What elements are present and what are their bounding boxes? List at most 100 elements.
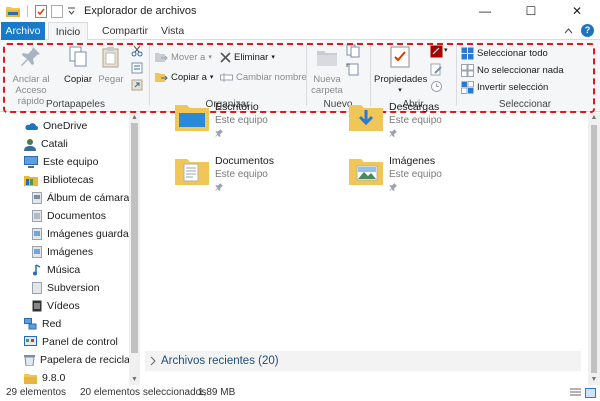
pin-icon — [389, 183, 397, 191]
chevron-down-icon: ▾ — [398, 87, 402, 94]
folder-name: Escritorio — [215, 101, 259, 113]
desktop-folder-icon — [175, 105, 209, 131]
folder-tile-documents[interactable]: Documentos Este equipo — [175, 155, 274, 194]
chevron-down-icon[interactable] — [67, 6, 76, 16]
new-folder-icon[interactable] — [51, 4, 63, 18]
content-scrollbar[interactable]: ▲ ▼ — [588, 113, 600, 385]
minimize-button[interactable]: — — [462, 0, 508, 22]
nav-scroll-thumb[interactable] — [131, 123, 138, 353]
invert-selection-icon — [461, 80, 474, 94]
invert-selection-label: Invertir selección — [477, 81, 549, 93]
nav-item-user[interactable]: Catali — [24, 135, 68, 153]
folder-tile-pictures[interactable]: Imágenes Este equipo — [349, 155, 442, 194]
nav-item-recycle-bin[interactable]: Papelera de reciclaje — [24, 351, 138, 369]
group-separator — [456, 44, 457, 106]
folder-text: Documentos Este equipo — [215, 155, 274, 194]
tab-share[interactable]: Compartir — [94, 22, 156, 40]
help-button[interactable]: ? — [581, 24, 594, 37]
nav-item-onedrive[interactable]: OneDrive — [24, 117, 87, 135]
nav-item-music[interactable]: Música — [32, 261, 80, 279]
chevron-down-icon[interactable]: ▾ — [444, 46, 448, 54]
nav-item-documents[interactable]: Documentos — [32, 207, 106, 225]
close-button[interactable]: ✕ — [554, 0, 600, 22]
move-to-button[interactable]: Mover a ▾ — [155, 49, 212, 65]
content-scroll-thumb[interactable] — [591, 125, 597, 373]
nav-item-this-pc[interactable]: Este equipo — [24, 153, 98, 171]
collapse-ribbon-icon[interactable] — [564, 27, 573, 35]
tab-file[interactable]: Archivo — [1, 22, 45, 40]
new-folder-button[interactable]: Nueva carpeta — [310, 46, 344, 96]
scroll-up-icon[interactable]: ▲ — [588, 113, 600, 123]
folder-location: Este equipo — [215, 115, 268, 126]
nav-scrollbar[interactable]: ▲ ▼ — [129, 113, 140, 385]
edit-icon[interactable] — [430, 63, 443, 76]
select-group: Seleccionar todo No seleccionar nada Inv… — [458, 40, 592, 112]
nav-item-label: OneDrive — [43, 120, 88, 132]
select-all-label: Seleccionar todo — [477, 47, 548, 59]
folder-text: Descargas Este equipo — [389, 101, 442, 140]
rename-icon — [220, 72, 233, 82]
nav-item-network[interactable]: Red — [24, 315, 61, 333]
copy-icon — [69, 46, 87, 67]
copy-path-icon[interactable] — [131, 62, 143, 74]
copy-button[interactable]: Copiar — [62, 46, 94, 85]
ribbon-tab-bar: Archivo Inicio Compartir Vista ? — [0, 22, 600, 41]
paste-shortcut-icon[interactable] — [131, 79, 143, 91]
tab-home[interactable]: Inicio — [48, 22, 88, 41]
select-all-button[interactable]: Seleccionar todo — [461, 45, 548, 61]
nav-item-label: Documentos — [47, 210, 106, 222]
history-icon[interactable] — [430, 80, 443, 93]
chevron-down-icon: ▾ — [208, 54, 212, 61]
invert-selection-button[interactable]: Invertir selección — [461, 79, 548, 95]
new-item-icon[interactable] — [346, 44, 360, 58]
maximize-button[interactable]: ☐ — [508, 0, 554, 22]
group-separator — [149, 44, 150, 106]
properties-button[interactable]: Propiedades ▾ — [374, 46, 428, 96]
nav-item-control-panel[interactable]: Panel de control — [24, 333, 118, 351]
nav-item-label: Imágenes guardadas — [47, 228, 140, 240]
nav-item-pictures[interactable]: Imágenes — [32, 243, 93, 261]
large-icons-view-icon[interactable] — [585, 388, 596, 398]
properties-label: Propiedades — [374, 74, 428, 85]
nav-item-9-8-0[interactable]: 9.8.0 — [24, 369, 65, 385]
recent-files-section-header[interactable]: Archivos recientes (20) — [145, 351, 581, 371]
network-icon — [24, 318, 37, 330]
scroll-down-icon[interactable]: ▼ — [129, 375, 140, 385]
move-to-label: Mover a — [171, 51, 206, 63]
tab-view[interactable]: Vista — [153, 22, 192, 40]
user-icon — [24, 138, 36, 151]
select-none-button[interactable]: No seleccionar nada — [461, 62, 564, 78]
paste-button[interactable]: Pegar — [96, 46, 126, 85]
nav-item-libraries[interactable]: Bibliotecas — [24, 171, 94, 189]
copy-to-label: Copiar a — [171, 71, 207, 83]
easy-access-icon[interactable] — [346, 62, 360, 76]
folder-tile-desktop[interactable]: Escritorio Este equipo — [175, 101, 268, 140]
move-to-icon — [155, 52, 168, 62]
copy-to-button[interactable]: Copiar a ▾ — [155, 69, 213, 85]
nav-item-camera-roll[interactable]: Álbum de cámara — [32, 189, 129, 207]
delete-button[interactable]: Eliminar ▾ — [220, 49, 275, 65]
details-view-icon[interactable] — [570, 388, 581, 398]
rename-button[interactable]: Cambiar nombre — [220, 69, 307, 85]
open-app-icon[interactable] — [430, 45, 443, 58]
scroll-up-icon[interactable]: ▲ — [129, 113, 140, 123]
nav-item-videos[interactable]: Vídeos — [32, 297, 80, 315]
nav-item-label: Imágenes — [47, 246, 94, 258]
cloud-icon — [25, 123, 38, 130]
folder-icon — [32, 246, 42, 258]
folder-location: Este equipo — [389, 115, 442, 126]
folder-tile-downloads[interactable]: Descargas Este equipo — [349, 101, 442, 140]
chevron-right-icon — [150, 356, 156, 366]
folder-icon — [24, 373, 37, 384]
nav-item-saved-pictures[interactable]: Imágenes guardadas — [32, 225, 140, 243]
select-all-icon — [461, 47, 474, 59]
properties-icon — [390, 46, 410, 68]
cut-icon[interactable] — [131, 45, 143, 57]
select-group-label: Seleccionar — [498, 99, 552, 110]
scroll-down-icon[interactable]: ▼ — [588, 375, 600, 385]
pin-label-1: Anclar al — [12, 74, 50, 85]
folder-location: Este equipo — [215, 169, 268, 180]
nav-item-subversion[interactable]: Subversion — [32, 279, 100, 297]
properties-check-icon[interactable] — [35, 4, 47, 18]
pin-quick-access-button[interactable]: Anclar al Acceso rápido — [6, 46, 56, 107]
